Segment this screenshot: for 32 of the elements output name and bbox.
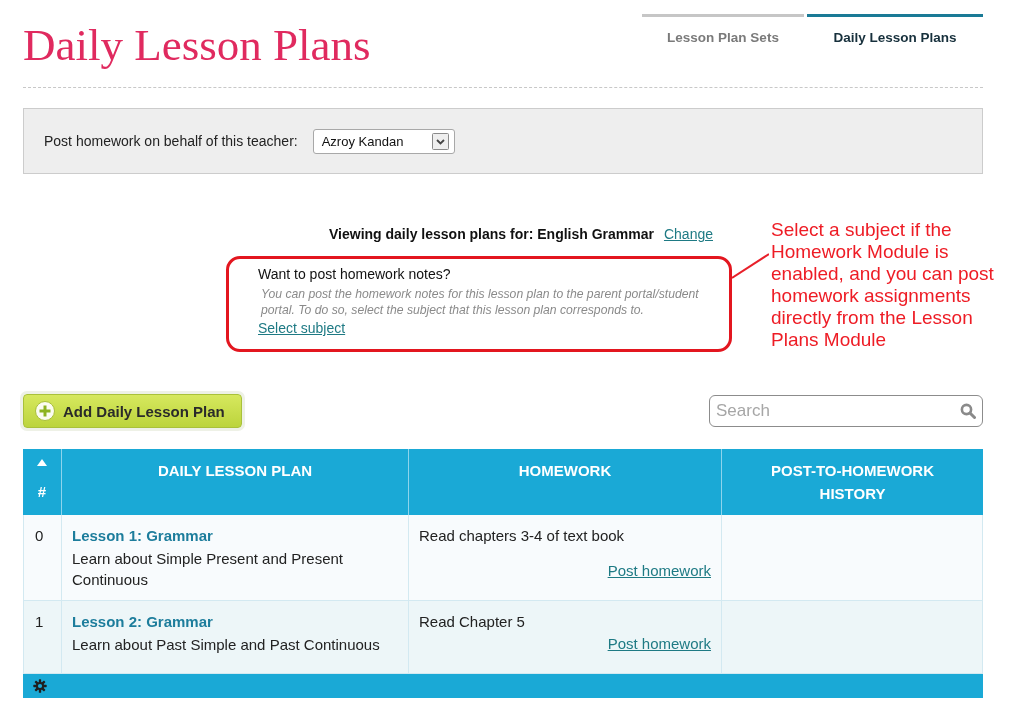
- change-link[interactable]: Change: [663, 224, 713, 244]
- sort-up-icon[interactable]: [37, 459, 47, 466]
- row-number: 0: [35, 527, 44, 544]
- lesson-description: Learn about Past Simple and Past Continuous: [72, 635, 381, 655]
- post-homework-link[interactable]: Post homework: [607, 634, 711, 654]
- homework-text: Read chapters 3-4 of text book: [419, 526, 625, 546]
- teacher-label: Post homework on behalf of this teacher:: [44, 133, 298, 149]
- column-header: POST-TO-HOMEWORK HISTORY: [769, 461, 936, 504]
- select-subject-link[interactable]: Select subject: [258, 319, 346, 337]
- caret-icon: [431, 132, 449, 150]
- notice-title: Want to post homework notes?: [258, 265, 452, 283]
- annotation-text: Select a subject if the Homework Module is enabled, and you can post homework assignments directly from the Lesson Plans Module: [771, 219, 995, 351]
- lesson-title-link[interactable]: Lesson 1: Grammar: [72, 526, 398, 546]
- post-homework-link[interactable]: Post homework: [607, 561, 711, 581]
- row-number: 1: [35, 613, 44, 630]
- column-header: HOMEWORK: [518, 461, 612, 481]
- search-field[interactable]: Search: [709, 395, 983, 427]
- homework-text: Read Chapter 5: [419, 612, 525, 632]
- gear-icon[interactable]: [33, 679, 47, 693]
- column-header: #: [37, 482, 47, 502]
- teacher-select[interactable]: Azroy Kandan: [312, 128, 455, 154]
- column-header: DAILY LESSON PLAN: [157, 461, 313, 481]
- tab[interactable]: Daily Lesson Plans: [807, 14, 983, 46]
- add-lesson-plan-button[interactable]: Add Daily Lesson Plan: [23, 394, 242, 428]
- search-icon: [960, 403, 976, 419]
- page-title: Daily Lesson Plans: [23, 20, 371, 70]
- lesson-description: Learn about Simple Present and Present Continuous: [72, 549, 344, 590]
- lesson-title-link[interactable]: Lesson 2: Grammar: [72, 612, 398, 632]
- notice-description: You can post the homework notes for this lesson plan to the parent portal/student portal. To do so, select the subject that this lesson plan corresponds to.: [259, 286, 700, 318]
- plus-icon: [35, 401, 55, 421]
- viewing-text: Viewing daily lesson plans for: English Grammar: [329, 225, 654, 244]
- tab[interactable]: Lesson Plan Sets: [642, 14, 804, 46]
